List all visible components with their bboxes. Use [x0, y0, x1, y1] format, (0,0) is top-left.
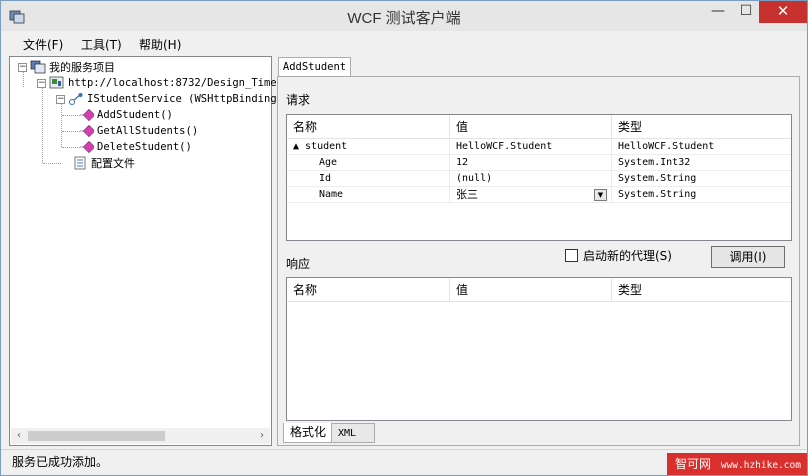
new-proxy-checkbox[interactable]	[565, 249, 578, 262]
column-header-value[interactable]: 值	[450, 115, 612, 139]
scroll-right-icon[interactable]: ›	[254, 428, 270, 444]
close-button[interactable]: ✕	[759, 1, 807, 23]
tree-item-service[interactable]: − IStudentService (WSHttpBinding	[56, 91, 277, 107]
config-file-icon	[74, 156, 86, 170]
param-value[interactable]: (null)	[450, 171, 612, 187]
response-grid-header: 名称 值 类型	[287, 278, 791, 302]
column-header-value[interactable]: 值	[450, 278, 612, 302]
maximize-button[interactable]: ☐	[732, 1, 760, 23]
collapse-icon[interactable]: −	[56, 94, 65, 104]
menu-bar: 文件(F) 工具(T) 帮助(H)	[1, 31, 807, 55]
tree-connector	[43, 163, 61, 164]
contract-icon	[69, 93, 83, 105]
param-type: System.String	[618, 173, 697, 184]
param-name: Age	[287, 155, 450, 171]
scroll-left-icon[interactable]: ‹	[11, 428, 27, 444]
operation-icon	[80, 109, 94, 121]
tree-item-endpoint[interactable]: − http://localhost:8732/Design_Time	[37, 75, 277, 91]
site-watermark: 智可网 www.hzhike.com	[667, 453, 807, 475]
tree-connector	[62, 115, 80, 116]
services-folder-icon	[30, 60, 46, 74]
tree-label: http://localhost:8732/Design_Time	[68, 77, 277, 89]
app-window: WCF 测试客户端 — ☐ ✕ 文件(F) 工具(T) 帮助(H) − 我的服务…	[0, 0, 808, 476]
request-label: 请求	[286, 93, 311, 107]
column-header-name[interactable]: 名称	[287, 115, 450, 139]
tree-connector	[61, 103, 62, 147]
tab-xml[interactable]: XML	[331, 423, 375, 443]
param-name: ▲ student	[287, 139, 450, 155]
minimize-button[interactable]: —	[704, 1, 732, 23]
param-value[interactable]: 12	[450, 155, 612, 171]
new-proxy-option[interactable]: 启动新的代理(S)	[565, 247, 672, 264]
menu-file[interactable]: 文件(F)	[23, 36, 63, 53]
status-text: 服务已成功添加。	[12, 455, 109, 469]
tree-item-config[interactable]: 配置文件	[72, 155, 135, 171]
tree-connector	[62, 131, 80, 132]
param-type: System.Int32	[618, 157, 691, 168]
tree-label: GetAllStudents()	[97, 125, 199, 137]
watermark-url: www.hzhike.com	[720, 460, 801, 471]
title-bar: WCF 测试客户端 — ☐ ✕	[1, 1, 807, 31]
tree-item-operation[interactable]: AddStudent()	[80, 107, 173, 123]
endpoint-icon	[49, 76, 64, 89]
operation-icon	[80, 125, 94, 137]
tree-item-operation[interactable]: GetAllStudents()	[80, 123, 198, 139]
param-value-input[interactable]: 张三	[450, 187, 612, 203]
operation-icon	[80, 141, 94, 153]
request-row[interactable]: Name 张三 ▼ System.String	[287, 187, 791, 203]
request-row[interactable]: Id (null) System.String	[287, 171, 791, 187]
menu-tools[interactable]: 工具(T)	[81, 36, 122, 53]
param-name: Name	[287, 187, 450, 203]
param-value[interactable]: HelloWCF.Student	[450, 139, 612, 155]
tree-label: DeleteStudent()	[97, 141, 192, 153]
scrollbar-thumb[interactable]	[28, 431, 165, 441]
collapse-icon[interactable]: −	[37, 78, 46, 88]
column-header-type[interactable]: 类型	[612, 278, 793, 302]
tree-label: IStudentService (WSHttpBinding	[87, 93, 277, 105]
tree-label: 配置文件	[91, 157, 135, 170]
value-dropdown-icon[interactable]: ▼	[594, 189, 607, 201]
tree-horizontal-scrollbar[interactable]: ‹ ›	[11, 428, 270, 444]
param-type: System.String	[618, 189, 697, 200]
column-header-type[interactable]: 类型	[612, 115, 793, 139]
param-type: HelloWCF.Student	[618, 141, 715, 152]
menu-help[interactable]: 帮助(H)	[139, 36, 181, 53]
tab-addstudent[interactable]: AddStudent	[278, 57, 351, 77]
tree-connector	[42, 87, 43, 163]
tree-item-operation[interactable]: DeleteStudent()	[80, 139, 192, 155]
request-grid-header: 名称 值 类型	[287, 115, 791, 139]
tab-formatted[interactable]: 格式化	[283, 423, 334, 443]
tree-label: AddStudent()	[97, 109, 173, 121]
new-proxy-label: 启动新的代理(S)	[583, 249, 672, 263]
response-label: 响应	[286, 257, 311, 271]
invoke-button[interactable]: 调用(I)	[711, 246, 785, 268]
param-name: Id	[287, 171, 450, 187]
column-header-name[interactable]: 名称	[287, 278, 450, 302]
watermark-brand: 智可网	[675, 457, 712, 471]
collapse-icon[interactable]: −	[18, 62, 27, 72]
tree-item-root[interactable]: − 我的服务项目	[18, 59, 115, 75]
tree-connector	[62, 147, 80, 148]
operation-panel: 请求 名称 值 类型 ▲ student HelloWCF.Student He…	[277, 76, 800, 446]
service-tree[interactable]: − 我的服务项目 − http://localhost:8732/Design_…	[9, 56, 277, 446]
request-row[interactable]: Age 12 System.Int32	[287, 155, 791, 171]
window-title: WCF 测试客户端	[347, 10, 461, 27]
request-row[interactable]: ▲ student HelloWCF.Student HelloWCF.Stud…	[287, 139, 791, 155]
response-grid[interactable]: 名称 值 类型	[286, 277, 792, 421]
tree-label: 我的服务项目	[49, 61, 115, 74]
request-grid[interactable]: 名称 值 类型 ▲ student HelloWCF.Student Hello…	[286, 114, 792, 241]
